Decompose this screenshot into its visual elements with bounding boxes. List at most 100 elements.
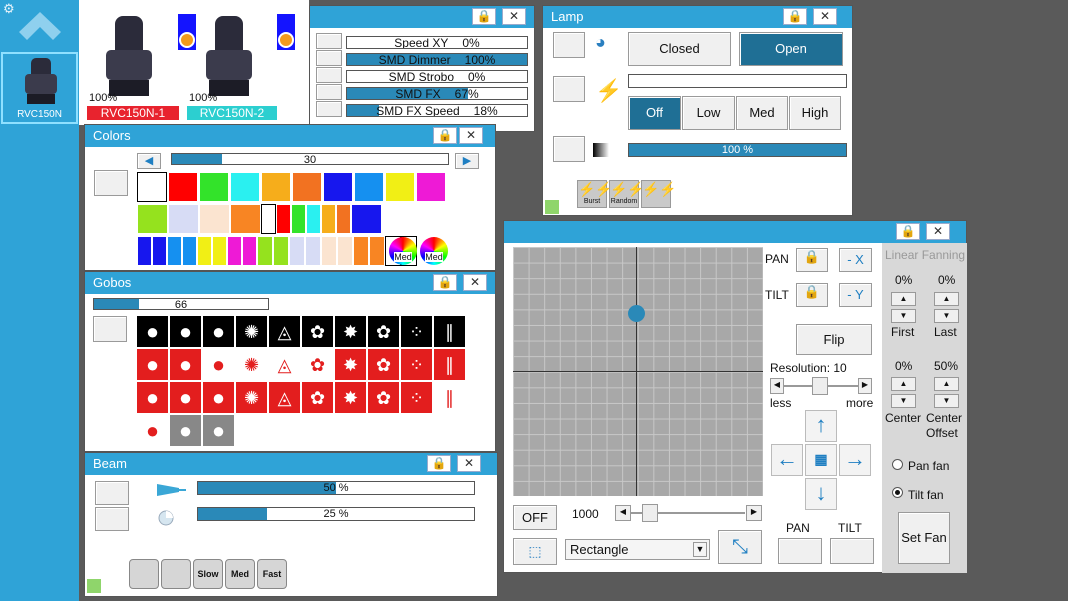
lock-icon[interactable]: 🔒 (427, 455, 451, 472)
close-icon[interactable]: ✕ (457, 455, 481, 472)
offset-up-button[interactable]: ▲ (934, 377, 959, 391)
strobe-effect-button[interactable]: ⚡⚡ (641, 180, 677, 208)
color-swatch[interactable] (168, 172, 198, 202)
color-swatch[interactable] (292, 172, 322, 202)
gobo-icon[interactable]: ◬ (269, 349, 300, 380)
chevron-up-icon[interactable] (17, 10, 63, 46)
set-fan-button[interactable]: Set Fan (898, 512, 950, 564)
pan-lock-icon[interactable]: 🔒 (796, 248, 828, 272)
speed-left-button[interactable]: ◀ (615, 505, 631, 521)
color-select-button[interactable] (94, 170, 128, 196)
offset-down-button[interactable]: ▼ (934, 394, 959, 408)
gear-icon[interactable]: ⚙ (3, 1, 15, 17)
close-icon[interactable]: ✕ (463, 274, 487, 291)
pan-button[interactable] (778, 538, 822, 564)
center-icon[interactable]: ▦ (805, 444, 837, 476)
color-swatch[interactable] (197, 236, 212, 266)
resize-grip-icon[interactable] (545, 200, 559, 214)
speed-off-button[interactable]: Off (628, 96, 681, 130)
speed-right-button[interactable]: ▶ (746, 505, 762, 521)
color-swatch[interactable] (230, 204, 261, 234)
dimmer-bar[interactable]: 100 % (628, 143, 847, 157)
gobo-select-button[interactable] (93, 316, 127, 342)
beam-speed-button[interactable] (161, 559, 191, 589)
color-swatch[interactable] (227, 236, 242, 266)
gobo-icon[interactable]: ● (137, 382, 168, 413)
shutter-select-button[interactable] (553, 32, 585, 58)
last-down-button[interactable]: ▼ (934, 309, 959, 323)
pan-tilt-grid[interactable] (513, 247, 763, 496)
first-up-button[interactable]: ▲ (891, 292, 916, 306)
color-swatch[interactable] (305, 236, 321, 266)
slider-select-button[interactable] (316, 33, 342, 49)
color-swatch[interactable] (273, 236, 289, 266)
color-swatch[interactable] (291, 204, 306, 234)
color-swatch[interactable] (261, 204, 276, 234)
slider-select-button[interactable] (316, 101, 342, 117)
color-swatch[interactable] (168, 204, 199, 234)
color-swatch[interactable] (182, 236, 197, 266)
color-swatch[interactable] (242, 236, 257, 266)
slider-bar[interactable]: SMD Strobo 0% (346, 70, 528, 83)
speed-low-button[interactable]: Low (682, 96, 735, 130)
slider-select-button[interactable] (316, 50, 342, 66)
zoom-select-button[interactable] (95, 481, 129, 505)
right-arrow-icon[interactable]: → (839, 444, 871, 476)
gobo-icon[interactable]: ✿ (302, 349, 333, 380)
color-swatch[interactable] (261, 172, 291, 202)
gobo-icon[interactable]: ● (203, 349, 234, 380)
minus-y-button[interactable]: - Y (839, 283, 872, 307)
resolution-left-button[interactable]: ◀ (770, 378, 784, 394)
resize-grip-icon[interactable] (87, 579, 101, 593)
dimmer-select-button[interactable] (553, 136, 585, 162)
off-button[interactable]: OFF (513, 505, 557, 530)
speed-thumb[interactable] (642, 504, 658, 522)
center-up-button[interactable]: ▲ (891, 377, 916, 391)
fixture-2[interactable]: 100% (187, 10, 273, 104)
color-swatch[interactable] (167, 236, 182, 266)
shape-dropdown[interactable]: Rectangle ▼ (565, 539, 710, 560)
strobe-select-button[interactable] (553, 76, 585, 102)
color-swatch[interactable] (137, 172, 167, 202)
color-swatch[interactable] (321, 204, 336, 234)
color-swatch[interactable] (369, 236, 385, 266)
gobo-icon[interactable]: ● (137, 415, 168, 446)
color-swatch[interactable] (416, 172, 446, 202)
color-swatch[interactable] (257, 236, 273, 266)
pan-fan-radio[interactable] (892, 459, 903, 470)
color-swatch[interactable] (152, 236, 167, 266)
color-swatch[interactable] (351, 204, 382, 234)
slider-select-button[interactable] (316, 84, 342, 100)
speed-high-button[interactable]: High (789, 96, 841, 130)
gobo-icon[interactable]: ✿ (368, 382, 399, 413)
position-dot[interactable] (628, 305, 645, 322)
zoom-bar[interactable]: 50 % (197, 481, 475, 495)
color-swatch[interactable] (199, 172, 229, 202)
gobo-icon[interactable]: ● (170, 316, 201, 347)
flip-button[interactable]: Flip (796, 324, 872, 355)
burst-button[interactable]: ⚡⚡ Burst (577, 180, 613, 208)
gobo-icon[interactable]: ● (203, 316, 234, 347)
slider-select-button[interactable] (316, 67, 342, 83)
shape-select-icon[interactable]: ⬚ (513, 538, 557, 565)
beam-speed-button[interactable]: Med (225, 559, 255, 589)
gobo-icon[interactable]: ◬ (269, 316, 300, 347)
color-prev-button[interactable]: ◀ (137, 153, 161, 169)
lock-icon[interactable]: 🔒 (896, 223, 920, 240)
lock-icon[interactable]: 🔒 (433, 127, 457, 144)
gobo-icon[interactable]: ● (170, 349, 201, 380)
color-next-button[interactable]: ▶ (455, 153, 479, 169)
close-icon[interactable]: ✕ (813, 8, 837, 25)
gobo-icon[interactable]: ✿ (368, 349, 399, 380)
gobo-icon[interactable]: ⁘ (401, 349, 432, 380)
slider-bar[interactable]: SMD FX 67% (346, 87, 528, 100)
resolution-right-button[interactable]: ▶ (858, 378, 872, 394)
beam-speed-button[interactable]: Slow (193, 559, 223, 589)
gobo-icon[interactable]: ✺ (236, 382, 267, 413)
color-swatch[interactable] (276, 204, 291, 234)
color-swatch[interactable] (306, 204, 321, 234)
lock-icon[interactable]: 🔒 (783, 8, 807, 25)
minus-x-button[interactable]: - X (839, 248, 872, 272)
gobo-icon[interactable]: ◬ (269, 382, 300, 413)
gobo-icon[interactable]: ● (170, 382, 201, 413)
